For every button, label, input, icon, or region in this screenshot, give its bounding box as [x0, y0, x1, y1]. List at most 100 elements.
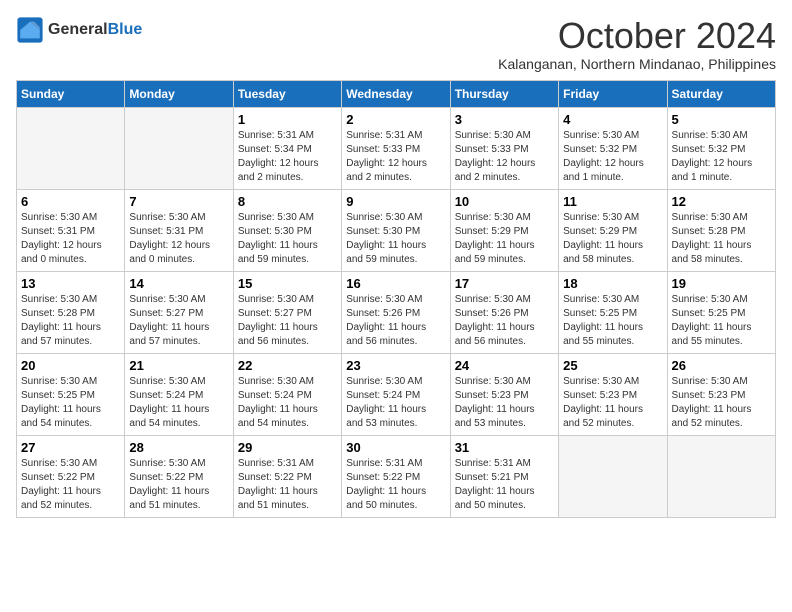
- day-detail: Sunrise: 5:30 AM Sunset: 5:22 PM Dayligh…: [129, 457, 228, 513]
- day-detail: Sunrise: 5:30 AM Sunset: 5:24 PM Dayligh…: [129, 375, 228, 431]
- calendar-week-row: 1Sunrise: 5:31 AM Sunset: 5:34 PM Daylig…: [17, 107, 776, 189]
- calendar-cell: 8Sunrise: 5:30 AM Sunset: 5:30 PM Daylig…: [233, 189, 341, 271]
- calendar-cell: 16 Sunrise: 5:30 AM Sunset: 5:26 PM Dayli…: [342, 271, 450, 353]
- day-detail: Sunrise: 5:30 AM Sunset: 5:30 PM Dayligh…: [346, 211, 445, 267]
- day-number: 2: [346, 112, 445, 127]
- day-detail: Sunrise: 5:31 AM Sunset: 5:22 PM Dayligh…: [238, 457, 337, 513]
- day-detail: Sunrise: 5:30 AM Sunset: 5:28 PM Dayligh…: [21, 293, 120, 349]
- day-number: 14: [129, 276, 228, 291]
- logo-text: GeneralBlue: [48, 21, 142, 39]
- day-number: 9: [346, 194, 445, 209]
- calendar-cell: 12 Sunrise: 5:30 AM Sunset: 5:28 PM Dayli…: [667, 189, 775, 271]
- calendar-cell: 31 Sunrise: 5:31 AM Sunset: 5:21 PM Dayli…: [450, 435, 558, 517]
- calendar-cell: 2 Sunrise: 5:31 AM Sunset: 5:33 PM Daylig…: [342, 107, 450, 189]
- day-number: 22: [238, 358, 337, 373]
- day-detail: Sunrise: 5:30 AM Sunset: 5:25 PM Dayligh…: [672, 293, 771, 349]
- page-header: GeneralBlue October 2024 Kalanganan, Nor…: [16, 16, 776, 72]
- calendar-cell: 26 Sunrise: 5:30 AM Sunset: 5:23 PM Dayli…: [667, 353, 775, 435]
- calendar-cell: 29 Sunrise: 5:31 AM Sunset: 5:22 PM Dayli…: [233, 435, 341, 517]
- weekday-header-wednesday: Wednesday: [342, 80, 450, 107]
- day-detail: Sunrise: 5:30 AM Sunset: 5:28 PM Dayligh…: [672, 211, 771, 267]
- day-number: 7: [129, 194, 228, 209]
- calendar-week-row: 13Sunrise: 5:30 AM Sunset: 5:28 PM Dayli…: [17, 271, 776, 353]
- calendar-cell: 27 Sunrise: 5:30 AM Sunset: 5:22 PM Dayli…: [17, 435, 125, 517]
- calendar-cell: 9 Sunrise: 5:30 AM Sunset: 5:30 PM Daylig…: [342, 189, 450, 271]
- calendar-cell: 23 Sunrise: 5:30 AM Sunset: 5:24 PM Dayli…: [342, 353, 450, 435]
- day-number: 15: [238, 276, 337, 291]
- day-number: 29: [238, 440, 337, 455]
- day-number: 21: [129, 358, 228, 373]
- weekday-header-friday: Friday: [559, 80, 667, 107]
- day-number: 17: [455, 276, 554, 291]
- day-detail: Sunrise: 5:30 AM Sunset: 5:29 PM Dayligh…: [563, 211, 662, 267]
- day-detail: Sunrise: 5:30 AM Sunset: 5:23 PM Dayligh…: [672, 375, 771, 431]
- day-detail: Sunrise: 5:30 AM Sunset: 5:22 PM Dayligh…: [21, 457, 120, 513]
- calendar-cell: 18 Sunrise: 5:30 AM Sunset: 5:25 PM Dayli…: [559, 271, 667, 353]
- calendar-cell: 7Sunrise: 5:30 AM Sunset: 5:31 PM Daylig…: [125, 189, 233, 271]
- day-number: 12: [672, 194, 771, 209]
- day-number: 10: [455, 194, 554, 209]
- day-detail: Sunrise: 5:31 AM Sunset: 5:21 PM Dayligh…: [455, 457, 554, 513]
- day-number: 24: [455, 358, 554, 373]
- day-detail: Sunrise: 5:30 AM Sunset: 5:26 PM Dayligh…: [455, 293, 554, 349]
- calendar-cell: 14 Sunrise: 5:30 AM Sunset: 5:27 PM Dayli…: [125, 271, 233, 353]
- day-number: 28: [129, 440, 228, 455]
- day-number: 20: [21, 358, 120, 373]
- day-number: 16: [346, 276, 445, 291]
- day-detail: Sunrise: 5:30 AM Sunset: 5:29 PM Dayligh…: [455, 211, 554, 267]
- day-number: 6: [21, 194, 120, 209]
- day-detail: Sunrise: 5:30 AM Sunset: 5:23 PM Dayligh…: [455, 375, 554, 431]
- day-number: 4: [563, 112, 662, 127]
- day-number: 23: [346, 358, 445, 373]
- day-detail: Sunrise: 5:30 AM Sunset: 5:31 PM Dayligh…: [21, 211, 120, 267]
- day-detail: Sunrise: 5:30 AM Sunset: 5:26 PM Dayligh…: [346, 293, 445, 349]
- day-detail: Sunrise: 5:30 AM Sunset: 5:27 PM Dayligh…: [238, 293, 337, 349]
- calendar-cell: 10 Sunrise: 5:30 AM Sunset: 5:29 PM Dayli…: [450, 189, 558, 271]
- day-detail: Sunrise: 5:31 AM Sunset: 5:22 PM Dayligh…: [346, 457, 445, 513]
- calendar-cell: 21 Sunrise: 5:30 AM Sunset: 5:24 PM Dayli…: [125, 353, 233, 435]
- calendar-cell: 1Sunrise: 5:31 AM Sunset: 5:34 PM Daylig…: [233, 107, 341, 189]
- calendar-cell: 15 Sunrise: 5:30 AM Sunset: 5:27 PM Dayli…: [233, 271, 341, 353]
- calendar-cell: 28 Sunrise: 5:30 AM Sunset: 5:22 PM Dayli…: [125, 435, 233, 517]
- calendar-cell: 20 Sunrise: 5:30 AM Sunset: 5:25 PM Dayli…: [17, 353, 125, 435]
- day-detail: Sunrise: 5:30 AM Sunset: 5:24 PM Dayligh…: [346, 375, 445, 431]
- day-detail: Sunrise: 5:31 AM Sunset: 5:34 PM Dayligh…: [238, 129, 337, 185]
- calendar-cell: 19Sunrise: 5:30 AM Sunset: 5:25 PM Dayli…: [667, 271, 775, 353]
- day-detail: Sunrise: 5:31 AM Sunset: 5:33 PM Dayligh…: [346, 129, 445, 185]
- day-detail: Sunrise: 5:30 AM Sunset: 5:25 PM Dayligh…: [563, 293, 662, 349]
- day-number: 30: [346, 440, 445, 455]
- weekday-header-row: SundayMondayTuesdayWednesdayThursdayFrid…: [17, 80, 776, 107]
- weekday-header-tuesday: Tuesday: [233, 80, 341, 107]
- calendar-cell: 22 Sunrise: 5:30 AM Sunset: 5:24 PM Dayli…: [233, 353, 341, 435]
- day-number: 25: [563, 358, 662, 373]
- day-detail: Sunrise: 5:30 AM Sunset: 5:32 PM Dayligh…: [563, 129, 662, 185]
- calendar-cell: 17 Sunrise: 5:30 AM Sunset: 5:26 PM Dayli…: [450, 271, 558, 353]
- day-number: 3: [455, 112, 554, 127]
- calendar-cell: 4 Sunrise: 5:30 AM Sunset: 5:32 PM Daylig…: [559, 107, 667, 189]
- day-detail: Sunrise: 5:30 AM Sunset: 5:23 PM Dayligh…: [563, 375, 662, 431]
- calendar-cell: 25 Sunrise: 5:30 AM Sunset: 5:23 PM Dayli…: [559, 353, 667, 435]
- calendar-cell: [667, 435, 775, 517]
- day-detail: Sunrise: 5:30 AM Sunset: 5:27 PM Dayligh…: [129, 293, 228, 349]
- weekday-header-saturday: Saturday: [667, 80, 775, 107]
- calendar-cell: [125, 107, 233, 189]
- day-number: 26: [672, 358, 771, 373]
- calendar-week-row: 6 Sunrise: 5:30 AM Sunset: 5:31 PM Daylig…: [17, 189, 776, 271]
- day-detail: Sunrise: 5:30 AM Sunset: 5:24 PM Dayligh…: [238, 375, 337, 431]
- title-block: October 2024 Kalanganan, Northern Mindan…: [498, 16, 776, 72]
- weekday-header-sunday: Sunday: [17, 80, 125, 107]
- day-number: 27: [21, 440, 120, 455]
- location-title: Kalanganan, Northern Mindanao, Philippin…: [498, 56, 776, 72]
- day-detail: Sunrise: 5:30 AM Sunset: 5:30 PM Dayligh…: [238, 211, 337, 267]
- weekday-header-thursday: Thursday: [450, 80, 558, 107]
- day-detail: Sunrise: 5:30 AM Sunset: 5:33 PM Dayligh…: [455, 129, 554, 185]
- calendar-cell: 3 Sunrise: 5:30 AM Sunset: 5:33 PM Daylig…: [450, 107, 558, 189]
- calendar-cell: [17, 107, 125, 189]
- day-number: 18: [563, 276, 662, 291]
- day-detail: Sunrise: 5:30 AM Sunset: 5:25 PM Dayligh…: [21, 375, 120, 431]
- day-number: 31: [455, 440, 554, 455]
- weekday-header-monday: Monday: [125, 80, 233, 107]
- logo-icon: [16, 16, 44, 44]
- day-number: 11: [563, 194, 662, 209]
- calendar-week-row: 20 Sunrise: 5:30 AM Sunset: 5:25 PM Dayli…: [17, 353, 776, 435]
